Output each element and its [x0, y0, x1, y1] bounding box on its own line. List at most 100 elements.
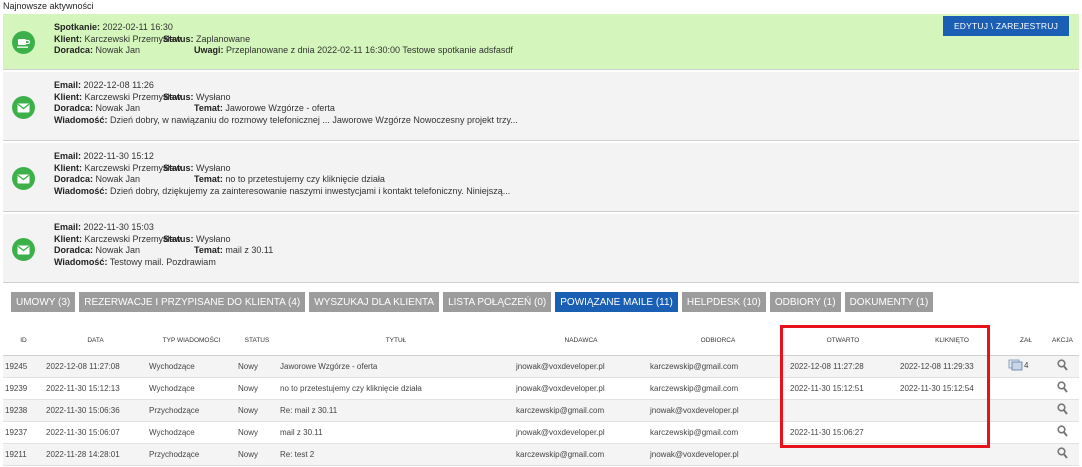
cell-recipient: karczewskip@gmail.com — [648, 355, 788, 378]
col-header-sender[interactable]: NADAWCA — [514, 327, 648, 356]
table-row[interactable]: 19245 2022-12-08 11:27:08 Wychodzące Now… — [3, 355, 1079, 378]
label-uwagi: Uwagi — [194, 45, 221, 55]
advisor-name: Nowak Jan — [95, 103, 141, 113]
cell-sender: jnowak@voxdeveloper.pl — [514, 421, 648, 444]
table-row[interactable]: 19211 2022-11-28 14:28:01 Przychodzące N… — [3, 443, 1079, 466]
cell-type: Przychodzące — [147, 399, 236, 422]
activity-email[interactable]: Email: 2022-11-30 15:03 Klient: Karczews… — [3, 214, 1079, 283]
magnifier-icon[interactable] — [1057, 447, 1068, 461]
cell-attachments — [1006, 443, 1046, 466]
tab-lista-polaczen[interactable]: LISTA POŁĄCZEŃ (0) — [443, 292, 552, 312]
cell-attachments — [1006, 399, 1046, 422]
activity-date: 2022-02-11 16:30 — [102, 22, 173, 32]
cell-opened: 2022-11-30 15:12:51 — [788, 377, 898, 400]
tab-dokumenty[interactable]: DOKUMENTY (1) — [844, 292, 934, 312]
tab-powiazane-maile[interactable]: POWIĄZANE MAILE (11) — [555, 292, 678, 312]
activity-meeting[interactable]: Spotkanie: 2022-02-11 16:30 Klient: Karc… — [3, 14, 1079, 70]
table-row[interactable]: 19237 2022-11-30 15:06:07 Wychodzące Now… — [3, 421, 1079, 444]
cell-date: 2022-11-30 15:06:36 — [44, 399, 147, 422]
label-email: Email — [54, 222, 79, 232]
cell-action — [1046, 399, 1079, 422]
cell-attachments[interactable]: 4 — [1006, 355, 1046, 378]
label-spotkanie: Spotkanie — [54, 22, 98, 32]
activity-date: 2022-11-30 15:12 — [83, 151, 154, 161]
cell-status: Nowy — [236, 443, 278, 466]
magnifier-icon[interactable] — [1057, 425, 1068, 439]
email-message: Testowy mail. Pozdrawiam — [109, 256, 216, 267]
cell-id: 19238 — [3, 399, 44, 422]
edit-register-button[interactable]: EDYTUJ \ ZAREJESTRUJ — [943, 16, 1069, 36]
activity-email[interactable]: Email: 2022-12-08 11:26 Klient: Karczews… — [3, 72, 1079, 141]
label-wiadomosc: Wiadomość — [54, 114, 105, 125]
envelope-icon — [12, 238, 35, 261]
cell-recipient: karczewskip@gmail.com — [648, 421, 788, 444]
cell-date: 2022-11-30 15:06:07 — [44, 421, 147, 444]
label-klient: Klient — [54, 91, 80, 102]
label-doradca: Doradca — [54, 103, 91, 113]
table-row[interactable]: 19239 2022-11-30 15:12:13 Wychodzące Now… — [3, 377, 1079, 400]
col-header-recipient[interactable]: ODBIORCA — [648, 327, 788, 356]
label-klient: Klient — [54, 162, 80, 173]
tab-helpdesk[interactable]: HELPDESK (10) — [681, 292, 766, 312]
cell-id: 19237 — [3, 421, 44, 444]
cell-sender: karczewskip@gmail.com — [514, 399, 648, 422]
tab-umowy[interactable]: UMOWY (3) — [11, 292, 76, 312]
tab-rezerwacje[interactable]: REZERWACJE I PRZYPISANE DO KLIENTA (4) — [79, 292, 306, 312]
cell-date: 2022-12-08 11:27:08 — [44, 355, 147, 378]
activity-notes: Przeplanowane z dnia 2022-02-11 16:30:00… — [226, 45, 513, 55]
envelope-icon — [12, 96, 35, 119]
label-status: Status — [163, 233, 191, 244]
col-header-clicked[interactable]: KLIKNIĘTO — [898, 327, 1006, 356]
label-wiadomosc: Wiadomość — [54, 185, 105, 196]
label-klient: Klient — [54, 33, 80, 44]
cell-status: Nowy — [236, 377, 278, 400]
cell-recipient: jnowak@voxdeveloper.pl — [648, 443, 788, 466]
section-title: Najnowsze aktywności — [3, 1, 94, 11]
magnifier-icon[interactable] — [1057, 403, 1068, 417]
cell-sender: karczewskip@gmail.com — [514, 443, 648, 466]
cell-action — [1046, 421, 1079, 444]
label-doradca: Doradca — [54, 174, 91, 184]
attachment-icon[interactable] — [1008, 359, 1024, 373]
advisor-name: Nowak Jan — [95, 245, 141, 255]
label-temat: Temat — [194, 103, 220, 113]
cell-title: no to przetestujemy czy kliknięcie dział… — [278, 377, 514, 400]
col-header-data[interactable]: DATA — [44, 327, 147, 356]
label-status: Status — [163, 91, 191, 102]
cell-type: Przychodzące — [147, 443, 236, 466]
col-header-id[interactable]: ID — [3, 327, 44, 356]
advisor-name: Nowak Jan — [95, 174, 141, 184]
label-status: Status — [163, 162, 191, 173]
tab-wyszukaj[interactable]: WYSZUKAJ DLA KLIENTA — [309, 292, 440, 312]
table-header-row: ID DATA TYP WIADOMOŚCI STATUS TYTUŁ NADA… — [3, 327, 1079, 356]
email-subject: Jaworowe Wzgórze - oferta — [225, 103, 335, 113]
email-message: Dzień dobry, w nawiązaniu do rozmowy tel… — [109, 114, 518, 125]
table-row[interactable]: 19238 2022-11-30 15:06:36 Przychodzące N… — [3, 399, 1079, 422]
col-header-title[interactable]: TYTUŁ — [278, 327, 514, 356]
cell-date: 2022-11-28 14:28:01 — [44, 443, 147, 466]
activity-email[interactable]: Email: 2022-11-30 15:12 Klient: Karczews… — [3, 143, 1079, 212]
col-header-action[interactable]: AKCJA — [1046, 327, 1079, 356]
cell-title: Re: mail z 30.11 — [278, 399, 514, 422]
col-header-type[interactable]: TYP WIADOMOŚCI — [147, 327, 236, 356]
label-klient: Klient — [54, 233, 80, 244]
email-subject: no to przetestujemy czy kliknięcie dział… — [225, 174, 385, 184]
cell-id: 19245 — [3, 355, 44, 378]
tab-odbiory[interactable]: ODBIORY (1) — [769, 292, 841, 312]
cell-id: 19239 — [3, 377, 44, 400]
cell-opened: 2022-11-30 15:06:27 — [788, 421, 898, 444]
email-subject: mail z 30.11 — [225, 245, 274, 255]
col-header-opened[interactable]: OTWARTO — [788, 327, 898, 356]
tab-bar: UMOWY (3) REZERWACJE I PRZYPISANE DO KLI… — [11, 292, 934, 312]
col-header-attachments[interactable]: ZAŁ — [1006, 327, 1046, 356]
email-message: Dzień dobry, dziękujemy za zainteresowan… — [109, 185, 511, 196]
magnifier-icon[interactable] — [1057, 381, 1068, 395]
activity-status: Zaplanowane — [196, 33, 251, 44]
activity-status: Wysłano — [196, 91, 231, 102]
label-doradca: Doradca — [54, 245, 91, 255]
col-header-status[interactable]: STATUS — [236, 327, 278, 356]
cell-action — [1046, 443, 1079, 466]
magnifier-icon[interactable] — [1057, 359, 1068, 373]
cell-recipient: karczewskip@gmail.com — [648, 377, 788, 400]
cell-clicked: 2022-12-08 11:29:33 — [898, 355, 1006, 378]
